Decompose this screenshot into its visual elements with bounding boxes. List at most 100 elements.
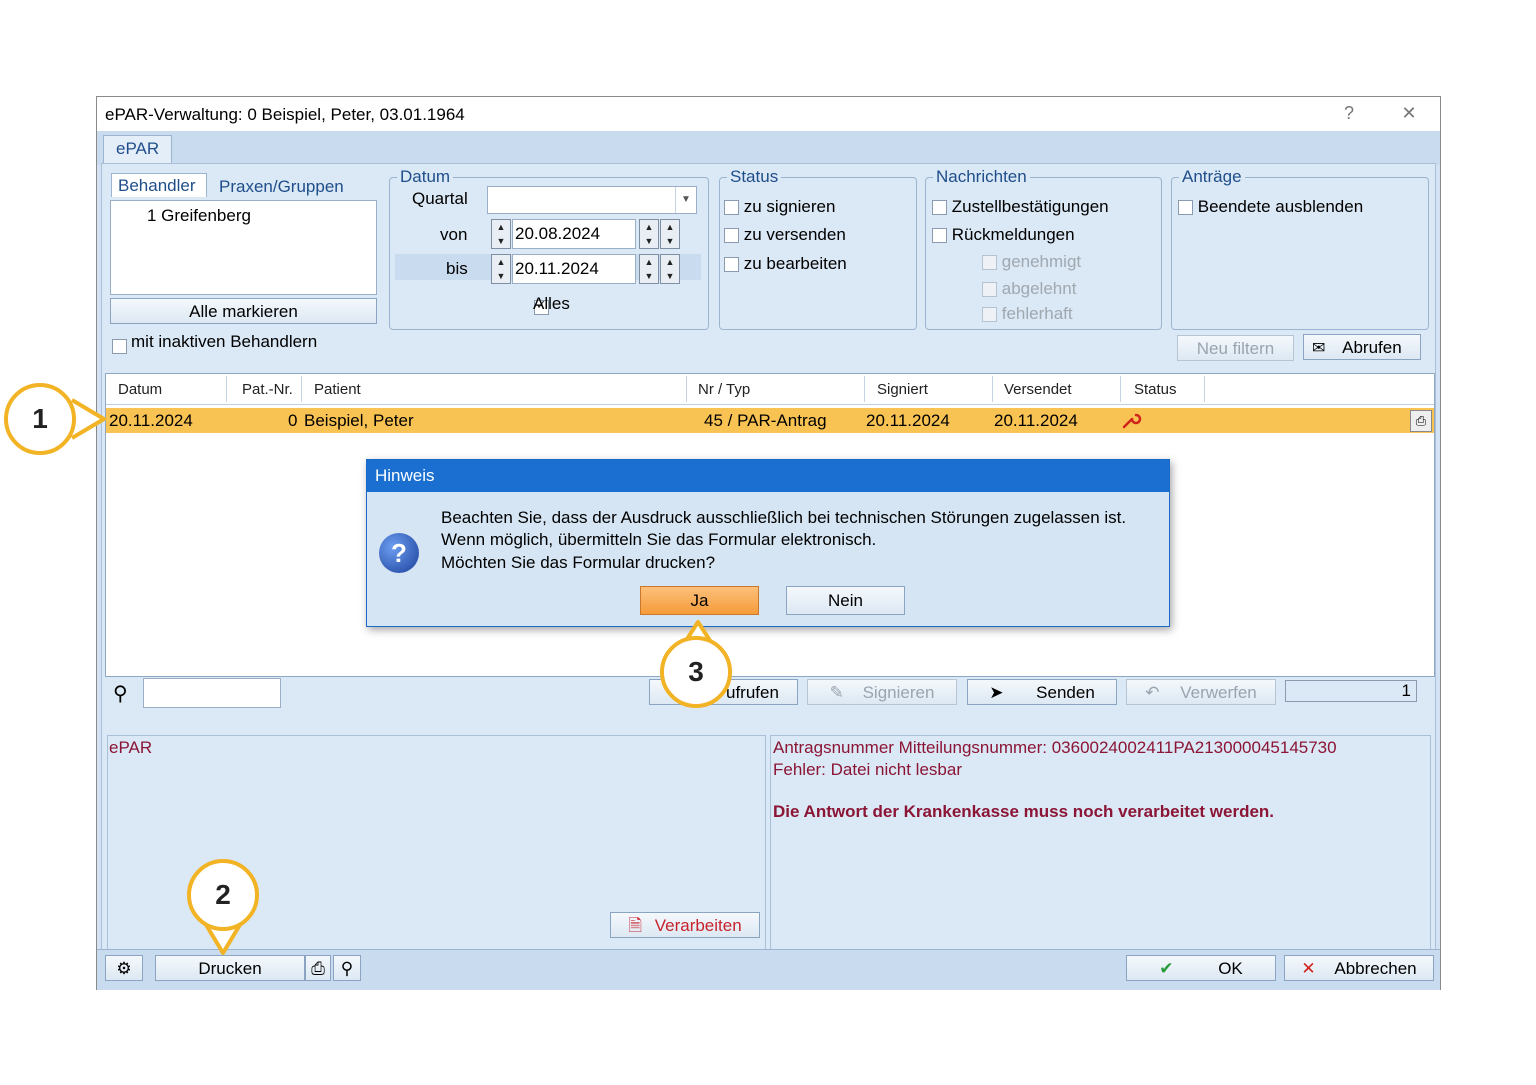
status-item-label: zu versenden <box>743 225 846 244</box>
bis-spin-right-a[interactable]: ▲ ▼ <box>639 254 659 284</box>
col-datum[interactable]: Datum <box>118 381 162 398</box>
senden-label: Senden <box>1036 683 1095 702</box>
ja-button[interactable]: Ja <box>640 586 759 615</box>
senden-button[interactable]: ➤ Senden <box>967 679 1117 705</box>
status-item-label: zu bearbeiten <box>743 254 847 273</box>
cell-versendet: 20.11.2024 <box>994 411 1078 430</box>
info-line-2: Fehler: Datei nicht lesbar <box>773 760 962 779</box>
abbrechen-label: Abbrechen <box>1334 959 1417 978</box>
list-item[interactable]: 1 Greifenberg <box>147 206 251 226</box>
callout-3: 3 <box>658 616 738 716</box>
abbrechen-button[interactable]: ✕ Abbrechen <box>1284 955 1434 981</box>
cell-patnr: 0 <box>288 411 298 430</box>
ok-label: OK <box>1218 959 1243 978</box>
status-item-label: zu signieren <box>743 197 836 216</box>
sub-item-label: abgelehnt <box>1001 279 1077 298</box>
pdf-icon: 🗎 <box>628 916 642 935</box>
von-spin-left[interactable]: ▲ ▼ <box>491 219 511 249</box>
cell-signiert: 20.11.2024 <box>866 411 950 430</box>
question-icon: ? <box>379 533 419 573</box>
callout-number: 2 <box>187 859 259 931</box>
status-item[interactable]: zu bearbeiten <box>724 254 847 274</box>
bis-spin-right-b[interactable]: ▲ ▼ <box>660 254 680 284</box>
signieren-label: Signieren <box>862 683 935 702</box>
drucken-button[interactable]: Drucken <box>155 955 305 981</box>
tab-strip: ePAR <box>97 131 1440 167</box>
mark-all-button[interactable]: Alle markieren <box>110 298 377 324</box>
bis-label: bis <box>446 259 468 278</box>
dialog-title-bar: Hinweis <box>367 460 1169 492</box>
neu-filtern-button[interactable]: Neu filtern <box>1177 335 1294 361</box>
alles-label: Alles <box>533 294 570 313</box>
inactive-checkbox[interactable] <box>112 339 127 355</box>
antraege-legend: Anträge <box>1179 167 1245 187</box>
sub-item-fehlerhaft: fehlerhaft <box>982 304 1073 324</box>
col-nrtyp[interactable]: Nr / Typ <box>698 381 750 398</box>
close-button[interactable]: ✕ <box>1394 103 1424 124</box>
abrufen-label: Abrufen <box>1342 338 1402 357</box>
nachrichten-item[interactable]: Zustellbestätigungen <box>932 197 1109 217</box>
callout-1: 1 <box>4 382 108 456</box>
printer-icon[interactable]: ⎙ <box>1410 410 1432 432</box>
window-title: ePAR-Verwaltung: 0 Beispiel, Peter, 03.0… <box>105 105 465 124</box>
status-item[interactable]: zu versenden <box>724 225 846 245</box>
envelope-icon: ✉ <box>1312 340 1326 357</box>
chevron-down-icon[interactable]: ▼ <box>675 187 696 213</box>
col-patnr[interactable]: Pat.-Nr. <box>242 381 293 398</box>
nachrichten-item[interactable]: Rückmeldungen <box>932 225 1075 245</box>
datum-legend: Datum <box>397 167 454 187</box>
preview-search-icon[interactable]: ⚲ <box>333 955 361 981</box>
info-left-text: ePAR <box>109 738 153 757</box>
verarbeiten-button[interactable]: 🗎 Verarbeiten <box>610 912 760 938</box>
von-spin-right-b[interactable]: ▲ ▼ <box>660 219 680 249</box>
table-row[interactable]: 20.11.2024 0 Beispiel, Peter 45 / PAR-An… <box>106 408 1434 433</box>
callout-number: 1 <box>4 383 76 455</box>
binoculars-icon: ⚲ <box>113 683 128 705</box>
cell-patient: Beispiel, Peter <box>304 411 414 430</box>
tab-praxen-gruppen[interactable]: Praxen/Gruppen <box>219 177 344 197</box>
col-status[interactable]: Status <box>1134 381 1177 398</box>
print-icon[interactable]: ⎙ <box>305 955 331 981</box>
cross-icon: ✕ <box>1301 959 1316 978</box>
nein-button[interactable]: Nein <box>786 586 905 615</box>
bis-date-field[interactable]: 20.11.2024 <box>512 254 636 284</box>
nachrichten-item-label: Zustellbestätigungen <box>951 197 1109 216</box>
dialog-line: Wenn möglich, übermitteln Sie das Formul… <box>441 530 877 549</box>
antraege-item-label: Beendete ausblenden <box>1197 197 1364 216</box>
title-bar: ePAR-Verwaltung: 0 Beispiel, Peter, 03.0… <box>97 97 1440 131</box>
callout-number: 3 <box>660 636 732 708</box>
inactive-label: mit inaktiven Behandlern <box>131 332 318 351</box>
abrufen-button[interactable]: ✉ Abrufen <box>1303 334 1421 360</box>
signieren-button[interactable]: ✎ Signieren <box>807 679 957 705</box>
table-header: Datum Pat.-Nr. Patient Nr / Typ Signiert… <box>106 374 1434 405</box>
verarbeiten-label: Verarbeiten <box>654 916 742 935</box>
col-versendet[interactable]: Versendet <box>1004 381 1072 398</box>
help-button[interactable]: ? <box>1334 103 1364 124</box>
von-spin-right-a[interactable]: ▲ ▼ <box>639 219 659 249</box>
gear-icon[interactable]: ⚙ <box>105 955 143 981</box>
verwerfen-button[interactable]: ↶ Verwerfen <box>1126 679 1276 705</box>
status-item[interactable]: zu signieren <box>724 197 835 217</box>
von-label: von <box>440 225 468 244</box>
behandler-list[interactable]: 1 Greifenberg <box>110 200 377 295</box>
cell-nrtyp: 45 / PAR-Antrag <box>704 411 827 430</box>
edit-icon: ✎ <box>829 683 844 702</box>
wrench-icon <box>1120 409 1142 436</box>
col-patient[interactable]: Patient <box>314 381 361 398</box>
tab-behandler[interactable]: Behandler <box>111 173 207 197</box>
callout-2: 2 <box>185 857 265 957</box>
sub-item-label: fehlerhaft <box>1001 304 1073 323</box>
info-line-1: Antragsnummer Mitteilungsnummer: 0360024… <box>773 738 1337 757</box>
sub-item-abgelehnt: abgelehnt <box>982 279 1076 299</box>
von-date-field[interactable]: 20.08.2024 <box>512 219 636 249</box>
col-signiert[interactable]: Signiert <box>877 381 928 398</box>
search-input[interactable] <box>143 678 281 708</box>
check-icon: ✔ <box>1159 959 1174 978</box>
ok-button[interactable]: ✔ OK <box>1126 955 1276 981</box>
verwerfen-label: Verwerfen <box>1180 683 1257 702</box>
quartal-select[interactable]: ▼ <box>487 186 697 214</box>
bis-spin-left[interactable]: ▲ ▼ <box>491 254 511 284</box>
info-right-pane: Antragsnummer Mitteilungsnummer: 0360024… <box>770 735 1431 951</box>
dialog-line: Beachten Sie, dass der Ausdruck ausschli… <box>441 508 1127 527</box>
antraege-item[interactable]: Beendete ausblenden <box>1178 197 1363 217</box>
